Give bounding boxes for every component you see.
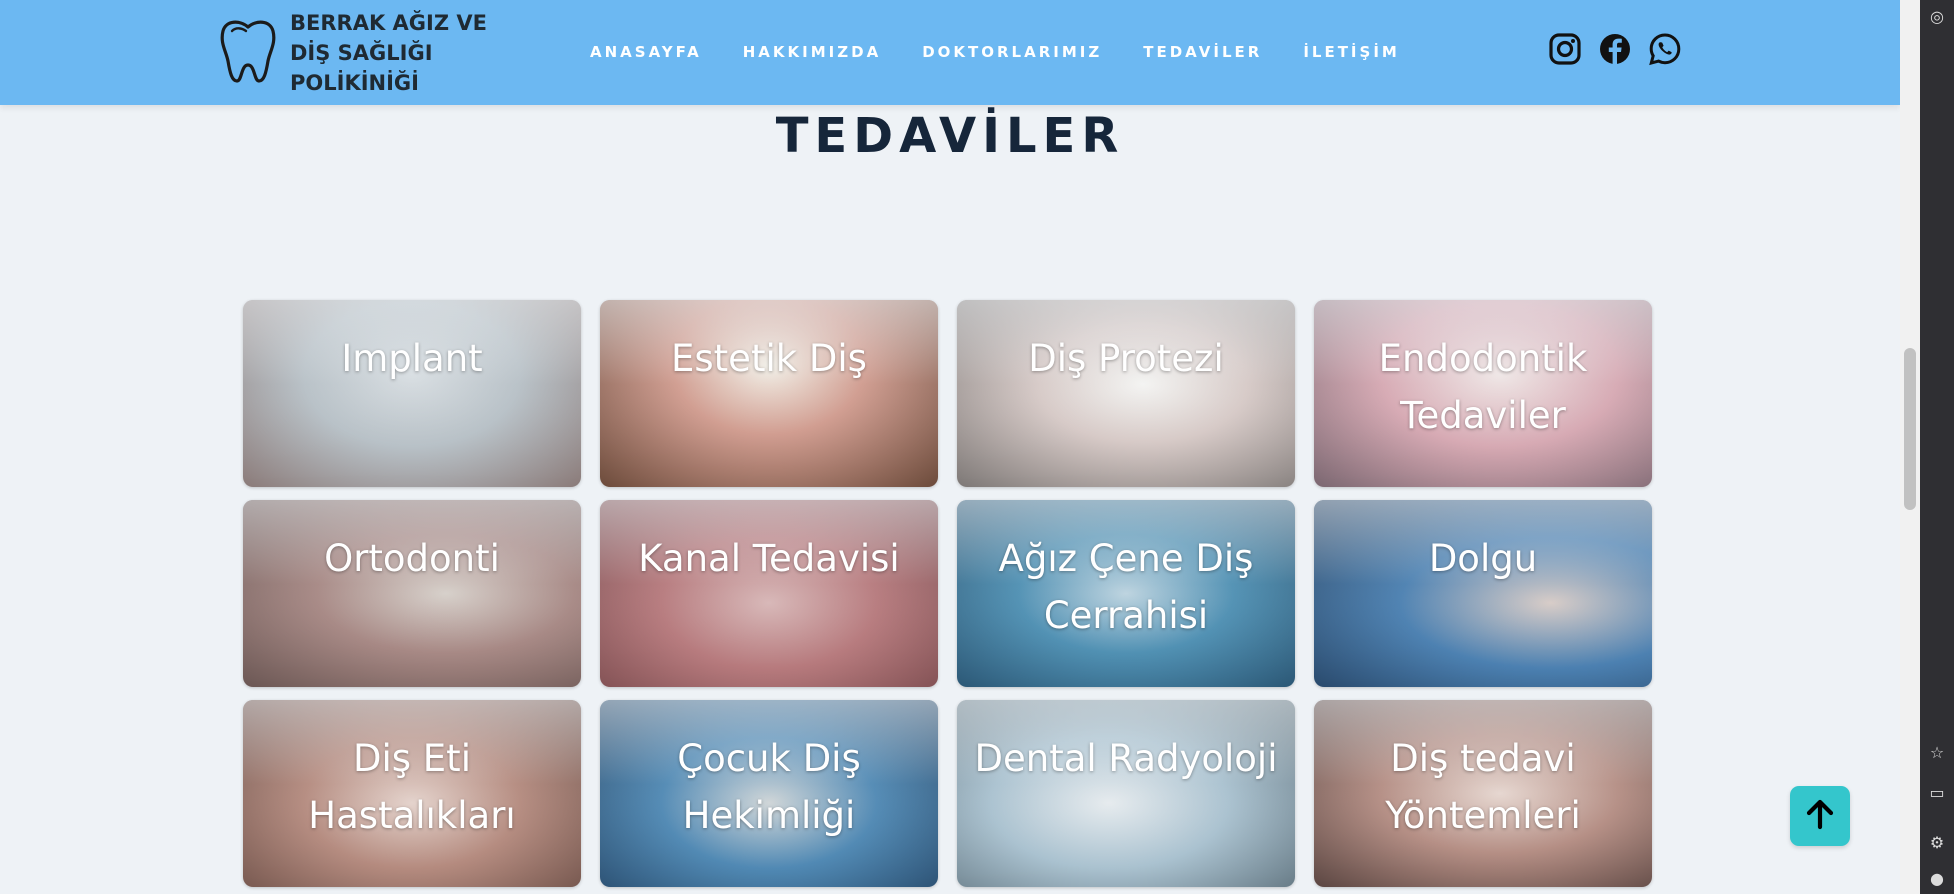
page-scrollbar[interactable] [1900, 0, 1920, 894]
card-label: Ağız Çene Diş Cerrahisi [998, 537, 1254, 637]
treatment-card-cocuk-dis[interactable]: Çocuk Diş Hekimliği [600, 700, 938, 887]
treatment-card-estetik-dis[interactable]: Estetik Diş [600, 300, 938, 487]
instagram-icon[interactable] [1548, 32, 1582, 66]
card-label: Kanal Tedavisi [638, 537, 900, 580]
extension-icon[interactable]: ◎ [1927, 6, 1947, 26]
treatment-card-dis-protezi[interactable]: Diş Protezi [957, 300, 1295, 487]
card-label: Diş Protezi [1028, 337, 1224, 380]
treatment-card-ortodonti[interactable]: Ortodonti [243, 500, 581, 687]
treatment-card-dis-eti[interactable]: Diş Eti Hastalıkları [243, 700, 581, 887]
tooth-icon [218, 17, 278, 89]
card-label: Ortodonti [324, 537, 500, 580]
brand-logo[interactable]: BERRAK AĞIZ VE DİŞ SAĞLIĞI POLİKİNİĞİ [218, 11, 530, 95]
social-links [1548, 32, 1682, 66]
treatment-card-kanal-tedavisi[interactable]: Kanal Tedavisi [600, 500, 938, 687]
card-label: Endodontik Tedaviler [1378, 337, 1588, 437]
archive-icon[interactable]: ▭ [1927, 782, 1947, 802]
nav-doktorlarimiz[interactable]: DOKTORLARIMIZ [922, 43, 1102, 61]
page: BERRAK AĞIZ VE DİŞ SAĞLIĞI POLİKİNİĞİ AN… [0, 0, 1900, 894]
gear-icon[interactable]: ⚙ [1927, 832, 1947, 852]
treatment-card-dolgu[interactable]: Dolgu [1314, 500, 1652, 687]
scroll-to-top-button[interactable] [1790, 786, 1850, 846]
main-nav: ANASAYFA HAKKIMIZDA DOKTORLARIMIZ TEDAVİ… [590, 43, 1441, 61]
section-title: TEDAVİLER [775, 108, 1125, 164]
arrow-up-icon [1802, 796, 1838, 836]
treatment-card-cerrahi[interactable]: Ağız Çene Diş Cerrahisi [957, 500, 1295, 687]
treatments-grid: Implant Estetik Diş Diş Protezi Endodont… [243, 300, 1652, 887]
card-label: Dental Radyoloji [974, 737, 1278, 780]
nav-tedaviler[interactable]: TEDAVİLER [1143, 43, 1262, 61]
treatment-card-tedavi-yontemleri[interactable]: Diş tedavi Yöntemleri [1314, 700, 1652, 887]
card-label: Implant [341, 337, 483, 380]
nav-iletisim[interactable]: İLETİŞİM [1303, 43, 1400, 61]
card-label: Diş Eti Hastalıkları [308, 737, 516, 837]
treatment-card-endodontik[interactable]: Endodontik Tedaviler [1314, 300, 1652, 487]
treatment-card-radyoloji[interactable]: Dental Radyoloji [957, 700, 1295, 887]
card-label: Çocuk Diş Hekimliği [677, 737, 861, 837]
avatar-icon[interactable]: ● [1927, 868, 1947, 888]
card-label: Diş tedavi Yöntemleri [1385, 737, 1581, 837]
header: BERRAK AĞIZ VE DİŞ SAĞLIĞI POLİKİNİĞİ AN… [0, 0, 1900, 105]
facebook-icon[interactable] [1598, 32, 1632, 66]
browser-side-panel: ◎ ☆ ▭ ⚙ ● [1920, 0, 1954, 894]
brand-name: BERRAK AĞIZ VE DİŞ SAĞLIĞI POLİKİNİĞİ [290, 11, 487, 95]
treatment-card-implant[interactable]: Implant [243, 300, 581, 487]
star-icon[interactable]: ☆ [1927, 742, 1947, 762]
whatsapp-icon[interactable] [1648, 32, 1682, 66]
card-label: Estetik Diş [671, 337, 867, 380]
nav-hakkimizda[interactable]: HAKKIMIZDA [743, 43, 881, 61]
nav-anasayfa[interactable]: ANASAYFA [590, 43, 702, 61]
scrollbar-thumb[interactable] [1904, 348, 1916, 510]
card-label: Dolgu [1428, 537, 1538, 580]
